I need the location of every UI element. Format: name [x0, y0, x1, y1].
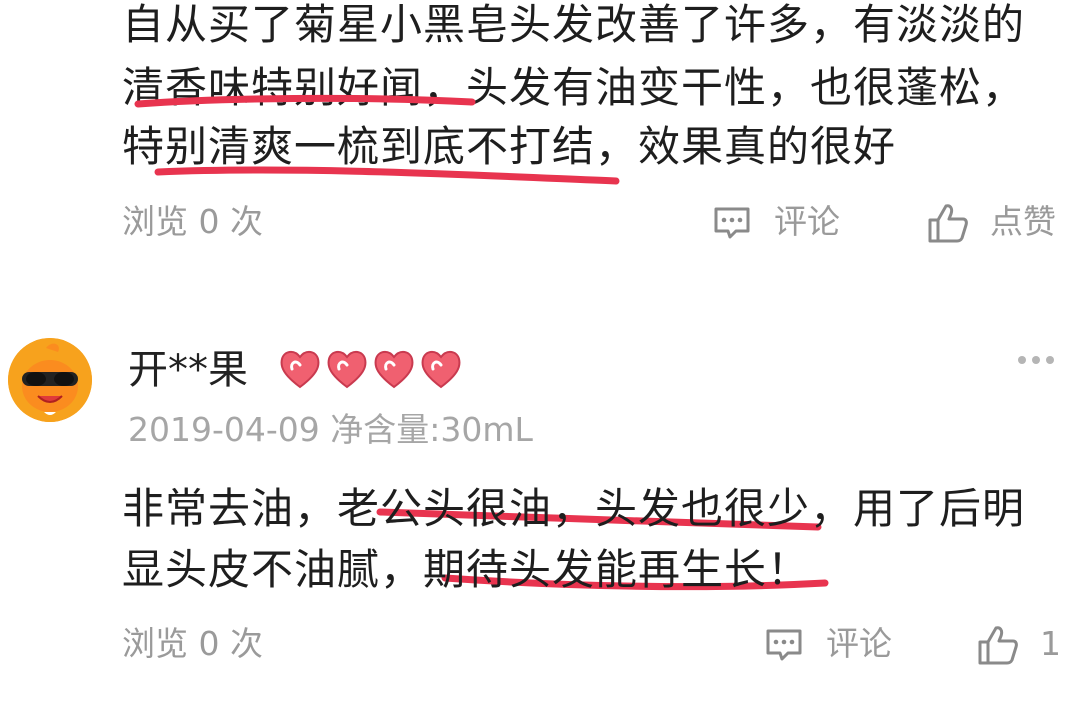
comment-bubble-icon[interactable]: [712, 205, 752, 241]
review-text-line: 显头皮不油腻，期待头发能再生长！: [122, 545, 811, 594]
review-meta: 2019-04-09 净含量:30mL: [128, 410, 533, 450]
comment-bubble-icon[interactable]: [764, 627, 804, 663]
comment-button-label[interactable]: 评论: [826, 624, 892, 664]
username[interactable]: 开**果: [128, 346, 248, 394]
product-variant: 净含量:30mL: [330, 410, 533, 449]
heart-badge-icon: [280, 351, 461, 389]
avatar[interactable]: [8, 338, 92, 422]
view-count: 浏览 0 次: [122, 624, 263, 663]
like-count[interactable]: 1: [1040, 624, 1061, 664]
more-dots-icon[interactable]: [1016, 350, 1056, 370]
review-text-line: 非常去油，老公头很油，头发也很少，用了后明: [122, 484, 1026, 533]
thumbs-up-icon[interactable]: [926, 202, 970, 244]
view-count: 浏览 0 次: [122, 202, 263, 241]
comment-button-label[interactable]: 评论: [774, 202, 840, 242]
thumbs-up-icon[interactable]: [976, 624, 1020, 666]
review-date: 2019-04-09: [128, 410, 320, 449]
avatar-character-icon: [8, 338, 92, 422]
member-badges: [278, 347, 468, 395]
like-button-label[interactable]: 点赞: [990, 202, 1056, 242]
